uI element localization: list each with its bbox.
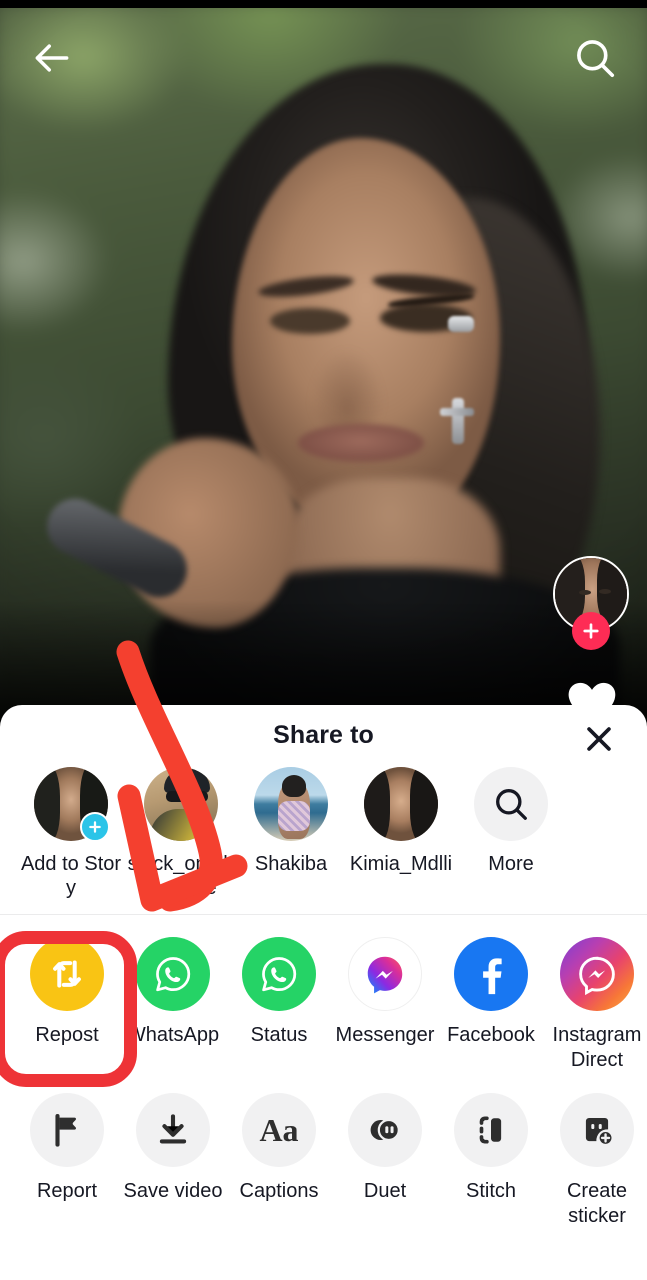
back-arrow-icon xyxy=(35,44,69,72)
duet-circle xyxy=(348,1093,422,1167)
whatsapp-circle xyxy=(136,937,210,1011)
share-app-label: Status xyxy=(250,1024,308,1046)
avatar-eye-left xyxy=(579,590,591,595)
share-sheet-title: Share to xyxy=(273,721,374,749)
stitch-circle xyxy=(454,1093,528,1167)
action-label: Report xyxy=(36,1180,98,1202)
share-app-label: Instagram Direct xyxy=(552,1024,642,1071)
share-target-friend-1[interactable]: si_ck_on_the_move xyxy=(126,767,236,900)
video-player[interactable] xyxy=(0,8,647,720)
share-app-label: Facebook xyxy=(447,1024,535,1046)
search-icon xyxy=(577,40,615,78)
back-button[interactable] xyxy=(24,30,80,86)
share-app-label: WhatsApp xyxy=(126,1024,220,1046)
search-button[interactable] xyxy=(565,28,625,88)
stitch-icon xyxy=(479,1116,502,1144)
friend-avatar-beach xyxy=(254,767,328,841)
avatar-eye-right xyxy=(599,589,611,594)
instagram-direct-circle xyxy=(560,937,634,1011)
captions-aa-icon: Aa xyxy=(259,1111,299,1148)
captions-circle: Aa xyxy=(242,1093,316,1167)
action-label: Captions xyxy=(239,1180,319,1202)
share-app-messenger[interactable]: Messenger xyxy=(332,937,438,1073)
action-label: Duet xyxy=(363,1180,407,1202)
share-app-status[interactable]: Status xyxy=(226,937,332,1073)
share-app-instagram-direct[interactable]: Instagram Direct xyxy=(544,937,647,1073)
whatsapp-icon xyxy=(156,957,191,992)
add-story-badge xyxy=(80,812,110,842)
action-label: Stitch xyxy=(465,1180,517,1202)
friend-avatar-portrait xyxy=(364,767,438,841)
friend-avatar-wrap xyxy=(144,767,218,841)
plus-icon xyxy=(89,821,101,833)
friend-avatar-wrap xyxy=(254,767,328,841)
share-sheet-header: Share to xyxy=(0,705,647,763)
action-duet[interactable]: Duet xyxy=(332,1093,438,1229)
status-bar-strip xyxy=(0,0,647,8)
share-target-label: si_ck_on_the_move xyxy=(127,853,235,899)
whatsapp-status-icon xyxy=(262,957,297,992)
share-target-label: Kimia_Mdlli xyxy=(349,853,453,875)
flag-icon xyxy=(55,1114,77,1147)
share-sheet: Share to Add to Story si_ck_on_the_move … xyxy=(0,705,647,1280)
close-button[interactable] xyxy=(577,717,621,761)
share-target-label: Add to Story xyxy=(20,853,122,899)
messenger-icon xyxy=(367,956,403,994)
tiktok-screen: Share to Add to Story si_ck_on_the_move … xyxy=(0,0,647,1280)
action-label: Create sticker xyxy=(566,1180,628,1227)
share-target-label: Shakiba xyxy=(254,853,328,875)
share-app-repost[interactable]: Repost xyxy=(14,937,120,1073)
video-bottom-gradient xyxy=(0,600,647,720)
more-circle xyxy=(474,767,548,841)
action-create-sticker[interactable]: Create sticker xyxy=(544,1093,647,1229)
messenger-circle xyxy=(348,937,422,1011)
facebook-circle xyxy=(454,937,528,1011)
instagram-direct-icon xyxy=(579,956,615,996)
share-target-label: More xyxy=(488,853,534,875)
download-icon xyxy=(159,1114,187,1144)
repost-circle xyxy=(30,937,104,1011)
create-sticker-icon xyxy=(585,1117,614,1146)
share-target-friend-2[interactable]: Shakiba xyxy=(236,767,346,876)
facebook-icon xyxy=(483,958,502,995)
share-target-add-to-story[interactable]: Add to Story xyxy=(16,767,126,900)
close-x-icon xyxy=(587,727,611,751)
repost-icon xyxy=(53,960,81,988)
status-circle xyxy=(242,937,316,1011)
report-circle xyxy=(30,1093,104,1167)
follow-button[interactable] xyxy=(572,612,610,650)
search-icon xyxy=(496,789,527,820)
share-target-more[interactable]: More xyxy=(456,767,566,876)
create-sticker-circle xyxy=(560,1093,634,1167)
share-actions-row: Report Save video Aa Captions Duet Stitc… xyxy=(0,1073,647,1229)
action-label: Save video xyxy=(123,1180,223,1202)
action-save-video[interactable]: Save video xyxy=(120,1093,226,1229)
action-stitch[interactable]: Stitch xyxy=(438,1093,544,1229)
duet-icon xyxy=(370,1118,400,1142)
own-avatar-wrap xyxy=(34,767,110,842)
video-side-rail xyxy=(553,556,629,723)
share-target-friend-3[interactable]: Kimia_Mdlli xyxy=(346,767,456,876)
action-report[interactable]: Report xyxy=(14,1093,120,1229)
plus-icon xyxy=(583,623,599,639)
share-friends-row: Add to Story si_ck_on_the_move Shakiba K… xyxy=(0,763,647,900)
action-captions[interactable]: Aa Captions xyxy=(226,1093,332,1229)
friend-avatar-cyclist xyxy=(144,767,218,841)
share-app-label: Messenger xyxy=(335,1024,435,1046)
video-top-bar xyxy=(0,8,647,100)
share-apps-row: Repost WhatsApp Status Messenger Faceboo… xyxy=(0,915,647,1073)
author-avatar-wrap[interactable] xyxy=(553,556,629,650)
friend-avatar-wrap xyxy=(364,767,438,841)
save-video-circle xyxy=(136,1093,210,1167)
share-app-whatsapp[interactable]: WhatsApp xyxy=(120,937,226,1073)
share-app-facebook[interactable]: Facebook xyxy=(438,937,544,1073)
share-app-label: Repost xyxy=(35,1024,99,1046)
